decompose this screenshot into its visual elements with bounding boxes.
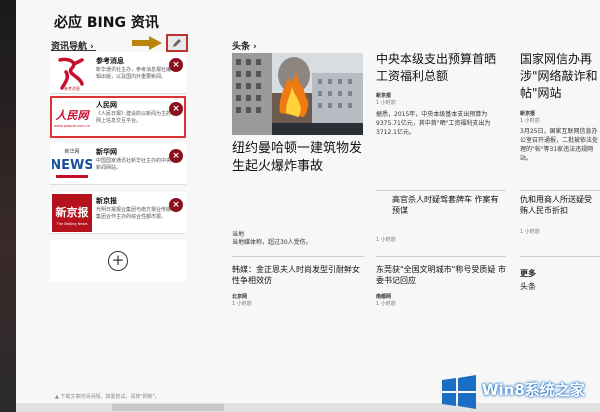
hero-headline[interactable]: 纽约曼哈顿一建筑物发生起火爆炸事故 xyxy=(232,140,364,176)
edit-sources-button[interactable] xyxy=(166,34,188,52)
hero-snippet-prefix: 当地 xyxy=(232,231,245,238)
article-time: 1 小时前 xyxy=(376,237,396,243)
divider xyxy=(520,190,600,191)
pencil-icon xyxy=(173,39,181,47)
article-source: 北京网 xyxy=(232,294,248,300)
app-title: 必应 BING 资讯 xyxy=(54,15,159,31)
remove-source-button[interactable]: × xyxy=(169,102,183,116)
svg-text:NEWS: NEWS xyxy=(52,158,92,173)
svg-text:人民网: 人民网 xyxy=(56,109,91,122)
xinhua-logo: 新华网 NEWS xyxy=(52,145,92,183)
article-snippet: 据悉，2015年，中央本级基本支出预算为9375.71亿元，其中首"晒"工资福利… xyxy=(376,111,491,136)
desktop-edge xyxy=(0,0,16,412)
article-snippet: 3月25日，国家互联网信息办公室召开通报，二批被依法处理的"帖"等31家违法违规… xyxy=(520,128,599,162)
source-desc: 中国国家通讯社新华社主办的中央新闻网站。 xyxy=(96,158,172,171)
source-card-xinjing[interactable]: 新京报 The Beijing News 新京报 光明日报报业集团与南方报业传媒… xyxy=(50,192,186,234)
source-name: 新京报 xyxy=(96,197,117,205)
more-headlines-link[interactable]: 头条 xyxy=(520,281,536,292)
article-source: 新京报 xyxy=(520,111,536,117)
headline-cac[interactable]: 国家网信办再涉"网络敲诈和帖"网站 xyxy=(520,51,598,102)
headline-budget[interactable]: 中央本级支出预算首晒工资福利总额 xyxy=(376,51,506,85)
headline-qiuhe[interactable]: 仇和用商人所送疑受贿人民币折扣 xyxy=(520,194,598,216)
source-desc: 新华通讯社主办，参考消息报社编辑出版，以及国内外重要新闻。 xyxy=(96,67,172,80)
source-name: 人民网 xyxy=(96,101,117,109)
watermark: Win8系统之家 xyxy=(436,372,600,412)
svg-text:The Beijing News: The Beijing News xyxy=(56,222,88,226)
headline-official[interactable]: 高官杀人时疑驾套牌车 作案有预谋 xyxy=(392,194,504,216)
headline-dongguan[interactable]: 东莞获"全国文明城市"称号受质疑 市委书记回应 xyxy=(376,264,506,286)
remove-source-button[interactable]: × xyxy=(169,58,183,72)
divider xyxy=(232,256,364,257)
divider xyxy=(376,256,506,257)
article-time: 1 小时前 xyxy=(520,229,540,235)
chevron-right-icon: › xyxy=(253,42,257,52)
source-card-renmin[interactable]: 人民网 www.people.com.cn 人民网 《人民日报》建设的以新闻为主… xyxy=(50,96,186,138)
remove-source-button[interactable]: × xyxy=(169,198,183,212)
divider xyxy=(376,190,506,191)
source-name: 参考消息 xyxy=(96,57,124,65)
scrollbar-thumb[interactable] xyxy=(112,404,224,411)
source-card-xinhua[interactable]: 新华网 NEWS 新华网 中国国家通讯社新华社主办的中央新闻网站。 × xyxy=(50,143,186,185)
svg-text:www.people.com.cn: www.people.com.cn xyxy=(54,124,90,128)
renmin-logo: 人民网 www.people.com.cn xyxy=(52,98,92,136)
source-desc: 《人民日报》建设的以新闻为主的网上信息交互平台。 xyxy=(96,111,172,124)
svg-text:参考消息: 参考消息 xyxy=(64,85,80,91)
article-source: 南都网 xyxy=(376,294,392,300)
svg-text:新华网: 新华网 xyxy=(64,148,79,155)
remove-source-button[interactable]: × xyxy=(169,149,183,163)
svg-text:新京报: 新京报 xyxy=(56,205,90,219)
hero-snippet: 当地媒体称，超过30人受伤。 xyxy=(232,239,312,246)
headlines-header-label: 头条 xyxy=(232,42,251,52)
xinjing-logo: 新京报 The Beijing News xyxy=(52,194,92,232)
article-time: 1 小时前 xyxy=(520,118,540,124)
article-time: 1 小时前 xyxy=(232,301,252,307)
article-time: 1 小时前 xyxy=(376,100,396,106)
add-icon[interactable]: + xyxy=(108,251,128,271)
hero-news-image[interactable] xyxy=(232,53,363,135)
article-time: 1 小时前 xyxy=(376,301,396,307)
headlines-header[interactable]: 头条 › xyxy=(232,39,257,52)
more-label[interactable]: 更多 xyxy=(520,268,536,279)
source-card-cankao[interactable]: 参考消息 参考消息 新华通讯社主办，参考消息报社编辑出版，以及国内外重要新闻。 … xyxy=(50,52,186,94)
divider xyxy=(520,256,600,257)
source-desc: 光明日报报业集团与南方报业传媒集团合作主办的综合性都市报。 xyxy=(96,207,172,220)
watermark-text: Win8系统之家 xyxy=(482,381,585,399)
nav-underline xyxy=(51,50,96,51)
windows-logo-icon xyxy=(442,375,476,409)
headline-korea[interactable]: 韩媒：金正恩夫人时尚发型引耐鲜女性争相效仿 xyxy=(232,264,364,286)
cankao-logo: 参考消息 xyxy=(52,54,92,92)
add-source-card[interactable]: + xyxy=(50,240,186,282)
source-name: 新华网 xyxy=(96,148,117,156)
annotation-arrow-icon xyxy=(132,36,162,50)
footer-note: ▲ 下载文章时间间隔，如需尝试，请按"刷新"。 xyxy=(55,394,161,400)
article-source: 新京报 xyxy=(376,93,392,99)
